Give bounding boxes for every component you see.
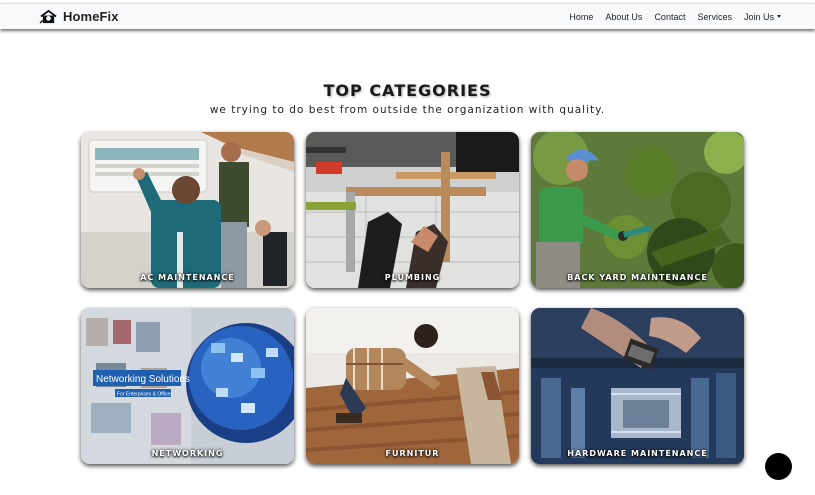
nav-links: Home About Us Contact Services Join Us (557, 4, 781, 30)
house-logo-icon (39, 9, 57, 24)
category-card-furnitur[interactable]: FURNITUR (306, 308, 519, 464)
plumbing-pipes-photo (306, 132, 519, 288)
category-card-ac-maintenance[interactable]: AC MAINTENANCE (81, 132, 294, 288)
category-label: FURNITUR (385, 449, 440, 458)
category-label: HARDWARE MAINTENANCE (567, 449, 708, 458)
nav-link-contact[interactable]: Contact (654, 12, 685, 22)
circuit-board-chip-photo (531, 308, 744, 464)
networking-banner-caption: For Enterprises & Offices (117, 392, 173, 398)
brand[interactable]: HomeFix (39, 9, 119, 24)
navbar: HomeFix Home About Us Contact Services J… (0, 3, 815, 29)
category-label: AC MAINTENANCE (140, 273, 235, 282)
nav-link-about-us[interactable]: About Us (605, 12, 642, 22)
floating-action-button[interactable] (765, 453, 792, 480)
category-card-plumbing[interactable]: PLUMBING (306, 132, 519, 288)
floor-laying-photo (306, 308, 519, 464)
ac-technicians-photo (81, 132, 294, 288)
category-label: NETWORKING (151, 449, 224, 458)
nav-link-services[interactable]: Services (697, 12, 732, 22)
nav-link-home[interactable]: Home (569, 12, 593, 22)
category-card-hardware-maintenance[interactable]: HARDWARE MAINTENANCE (531, 308, 744, 464)
brand-name: HomeFix (63, 9, 119, 24)
gardener-trimming-photo (531, 132, 744, 288)
networking-globe-photo: Networking Solutions For Enterprises & O… (81, 308, 294, 464)
nav-dropdown-join-us[interactable]: Join Us (744, 12, 781, 22)
category-label: PLUMBING (384, 273, 441, 282)
section-title: TOP CATEGORIES (323, 81, 492, 100)
category-label: BACK YARD MAINTENANCE (567, 273, 708, 282)
networking-banner-title: Networking Solutions (96, 374, 190, 385)
category-card-networking[interactable]: Networking Solutions For Enterprises & O… (81, 308, 294, 464)
section-subtitle: we trying to do best from outside the or… (209, 104, 606, 116)
category-card-back-yard-maintenance[interactable]: BACK YARD MAINTENANCE (531, 132, 744, 288)
